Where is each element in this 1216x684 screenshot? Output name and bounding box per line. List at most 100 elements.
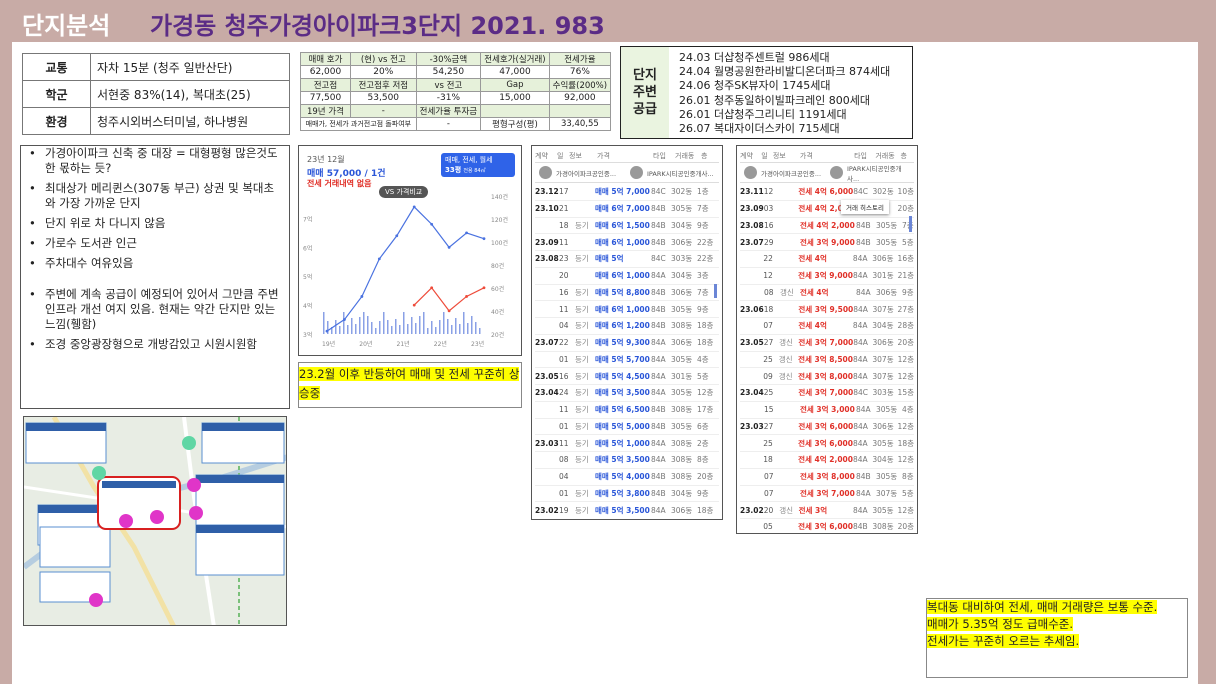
- volume-bar: [431, 321, 433, 334]
- table-cell: 23.02: [535, 505, 559, 515]
- table-cell: 23: [559, 254, 569, 264]
- table-cell: 등기: [575, 321, 589, 331]
- table-cell: 308동: [671, 472, 693, 482]
- table-cell: 전세 4억 2,000: [798, 455, 853, 465]
- table-row[interactable]: 07 전세 3억 7,000 84A 307동 5층: [740, 486, 914, 503]
- supply-box: 단지 주변 공급 24.03 더샵청주센트럴 986세대 24.04 월명공원한라비…: [620, 46, 913, 139]
- table-row[interactable]: 23.08 16 전세 4억 2,000 84B 305동 7층: [740, 218, 914, 235]
- table-cell: 24: [559, 388, 569, 398]
- table-cell: 매매 5억 4,500: [595, 371, 650, 381]
- table-cell: 84A: [651, 338, 666, 348]
- volume-bar: [423, 312, 425, 334]
- table-row[interactable]: 04 매매 5억 4,000 84B 308동 20층: [535, 469, 719, 486]
- table-row[interactable]: 12 전세 3억 9,000 84A 301동 21층: [740, 268, 914, 285]
- table-cell: 301동: [671, 371, 693, 381]
- table-row[interactable]: 25 갱신 전세 3억 8,500 84A 307동 12층: [740, 352, 914, 369]
- table-row[interactable]: 23.08 23 등기 매매 5억 84C 303동 22층: [535, 251, 719, 268]
- table-cell: 매매 5억 3,500: [595, 388, 650, 398]
- table-cell: 23.10: [535, 204, 559, 214]
- table-row[interactable]: 11 등기 매매 5억 6,500 84B 308동 17층: [535, 402, 719, 419]
- table-row[interactable]: 23.02 19 등기 매매 5억 3,500 84A 306동 18층: [535, 502, 719, 518]
- table-cell: 16: [559, 287, 569, 297]
- table-cell: 전세 3억 8,500: [798, 354, 853, 364]
- table-row[interactable]: 11 등기 매매 6억 1,000 84B 305동 9층: [535, 301, 719, 318]
- table-row[interactable]: 23.12 17 매매 5억 7,000 84C 302동 1층: [535, 184, 719, 201]
- table-cell: 매매 6억 1,500: [595, 220, 650, 230]
- info-value: 청주시외버스터미널, 하나병원: [90, 107, 290, 135]
- table-row[interactable]: 07 전세 4억 84A 304동 28층: [740, 318, 914, 335]
- table-row[interactable]: 05 전세 3억 6,000 84B 308동 20층: [740, 519, 914, 532]
- table-cell: 등기: [575, 254, 589, 264]
- volume-bar: [427, 328, 429, 334]
- table-row[interactable]: 23.04 24 등기 매매 5억 3,500 84A 305동 12층: [535, 385, 719, 402]
- info-key: 환경: [22, 107, 91, 135]
- table-cell: 84A: [853, 438, 868, 448]
- volume-bar: [443, 312, 445, 334]
- y2-tick-label: 140건: [491, 193, 508, 201]
- table-row[interactable]: 23.03 27 전세 3억 6,000 84A 306동 12층: [740, 419, 914, 436]
- table-cell: 84B: [651, 220, 666, 230]
- table-row[interactable]: 23.05 27 갱신 전세 3억 7,000 84A 306동 20층: [740, 335, 914, 352]
- table-row[interactable]: 16 등기 매매 5억 8,800 84B 306동 7층: [535, 285, 719, 302]
- avatar: [744, 166, 757, 179]
- y2-tick-label: 20건: [491, 331, 504, 339]
- table-cell: 84B: [651, 321, 666, 331]
- table-cell: 05: [763, 522, 773, 532]
- header-cell: 거래동: [675, 151, 695, 160]
- table-cell: 9층: [697, 220, 709, 230]
- table-cell: 매매 6억 1,000: [595, 237, 650, 247]
- volume-bar: [339, 326, 341, 334]
- table-cell: 302동: [671, 187, 693, 197]
- header-cell: 타입: [653, 151, 666, 160]
- table-cell: 84B: [651, 287, 666, 297]
- table-cell: 04: [559, 472, 569, 482]
- table-row[interactable]: 23.11 12 전세 4억 6,000 84C 302동 10층: [740, 184, 914, 201]
- table-cell: 1층: [697, 187, 709, 197]
- table-cell: 84A: [853, 371, 868, 381]
- note-item: 가경아이파크 신축 중 대장 = 대형평형 많은것도 한 몫하는 듯?: [27, 146, 283, 176]
- header-cell: 가격: [597, 151, 610, 160]
- table-row[interactable]: 20 매매 6억 1,000 84A 304동 3층: [535, 268, 719, 285]
- avatar: [830, 166, 843, 179]
- table-cell: 매매 5억 8,800: [595, 287, 650, 297]
- table-cell: 84B: [651, 237, 666, 247]
- table-cell: 전세 3억 6,000: [798, 438, 853, 448]
- table-row[interactable]: 23.06 18 전세 3억 9,500 84A 307동 27층: [740, 301, 914, 318]
- table-row[interactable]: 09 갱신 전세 3억 8,000 84A 307동 12층: [740, 368, 914, 385]
- table-cell: 84A: [651, 505, 666, 515]
- table-row[interactable]: 23.07 29 전세 3억 9,000 84B 305동 5층: [740, 234, 914, 251]
- table-row[interactable]: 18 전세 4억 2,000 84A 304동 12층: [740, 452, 914, 469]
- y-tick-label: 5억: [303, 273, 312, 281]
- table-row[interactable]: 15 전세 3억 3,000 84A 305동 4층: [740, 402, 914, 419]
- table-row[interactable]: 08 등기 매매 5억 3,500 84A 308동 8층: [535, 452, 719, 469]
- sale-rows: 23.12 17 매매 5억 7,000 84C 302동 1층 23.10 21 매매 6억 …: [535, 184, 719, 518]
- scrollbar[interactable]: [714, 284, 717, 298]
- table-row[interactable]: 01 등기 매매 5억 5,000 84B 305동 6층: [535, 419, 719, 436]
- table-cell: 8층: [697, 455, 709, 465]
- table-row[interactable]: 08 갱신 전세 4억 84A 306동 9층: [740, 285, 914, 302]
- table-cell: 9층: [697, 488, 709, 498]
- table-cell: 9층: [697, 304, 709, 314]
- table-cell: 84B: [856, 472, 871, 482]
- agent-bar: 가경아이파크공인중... IPARK시티공인중개사...: [535, 163, 719, 183]
- table-row[interactable]: 01 등기 매매 5억 5,700 84A 305동 4층: [535, 352, 719, 369]
- table-row[interactable]: 23.07 22 등기 매매 5억 9,300 84A 306동 18층: [535, 335, 719, 352]
- table-row[interactable]: 23.04 25 전세 3억 7,000 84C 303동 15층: [740, 385, 914, 402]
- table-row[interactable]: 07 전세 3억 8,000 84B 305동 8층: [740, 469, 914, 486]
- table-cell: 18층: [697, 321, 714, 331]
- table-row[interactable]: 23.03 11 등기 매매 5억 1,000 84A 308동 2층: [535, 435, 719, 452]
- table-row[interactable]: 23.10 21 매매 6억 7,000 84B 305동 7층: [535, 201, 719, 218]
- volume-bar: [435, 327, 437, 334]
- table-row[interactable]: 04 등기 매매 6억 1,200 84B 308동 18층: [535, 318, 719, 335]
- table-row[interactable]: 23.09 11 매매 6억 1,000 84B 306동 22층: [535, 234, 719, 251]
- table-row[interactable]: 25 전세 3억 6,000 84A 305동 18층: [740, 435, 914, 452]
- table-row[interactable]: 23.05 16 등기 매매 5억 4,500 84A 301동 5층: [535, 368, 719, 385]
- volume-bar: [479, 328, 481, 334]
- table-row[interactable]: 01 등기 매매 5억 3,800 84B 304동 9층: [535, 486, 719, 503]
- table-row[interactable]: 23.02 20 갱신 전세 3억 84A 305동 12층: [740, 502, 914, 519]
- scrollbar[interactable]: [909, 216, 912, 232]
- table-row[interactable]: 18 등기 매매 6억 1,500 84B 304동 9층: [535, 218, 719, 235]
- y-tick-label: 3억: [303, 331, 312, 339]
- table-row[interactable]: 22 전세 4억 84A 306동 16층: [740, 251, 914, 268]
- table-cell: 전세 3억 3,000: [800, 405, 855, 415]
